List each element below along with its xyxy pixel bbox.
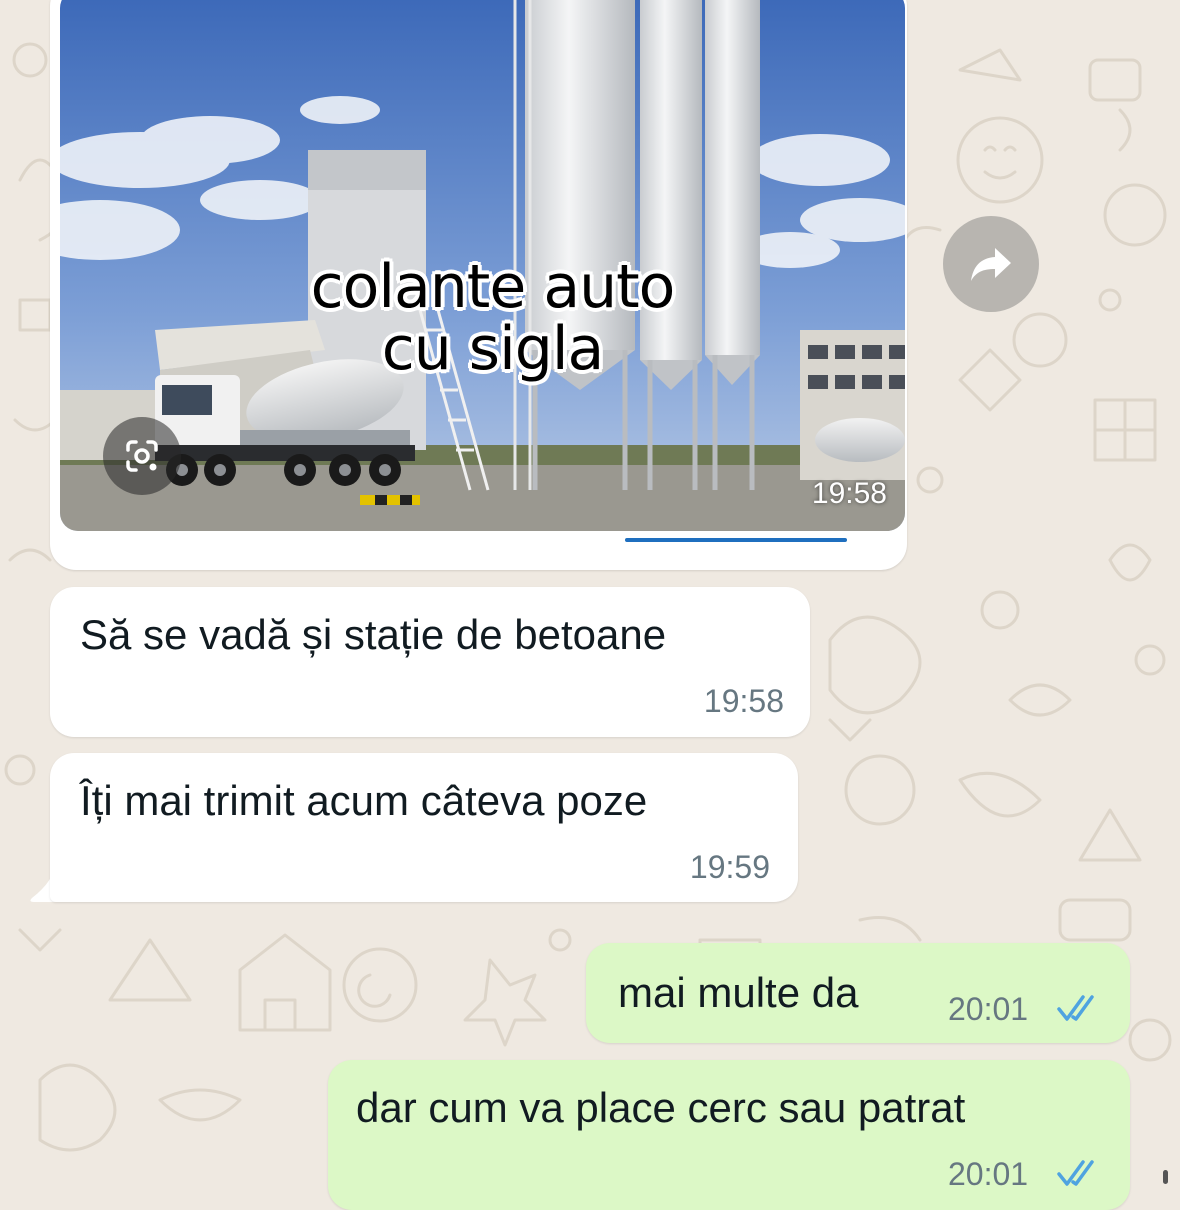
caption-line-1: colante auto — [310, 252, 676, 322]
scrollbar[interactable] — [1163, 1170, 1168, 1184]
incoming-message[interactable]: Să se vadă și stație de betoane 19:58 — [50, 587, 810, 737]
message-timestamp: 20:01 — [948, 991, 1029, 1027]
message-timestamp: 19:59 — [689, 849, 770, 885]
chat-thread[interactable]: colante auto cu sigla 19:58 Să se vadă ș… — [0, 0, 1180, 1210]
message-text: Să se vadă și stație de betoane — [80, 611, 667, 658]
outgoing-message[interactable]: mai multe da 20:01 — [586, 943, 1130, 1043]
visual-search-button[interactable] — [103, 417, 181, 495]
media-progress-bar — [625, 538, 847, 542]
double-check-icon — [1057, 995, 1094, 1021]
message-timestamp: 19:58 — [703, 683, 784, 719]
image-message[interactable]: colante auto cu sigla 19:58 — [50, 0, 907, 570]
caption-line-2: cu sigla — [381, 314, 605, 384]
incoming-message[interactable]: Îți mai trimit acum câteva poze 19:59 — [50, 753, 798, 902]
image-timestamp: 19:58 — [811, 477, 887, 510]
message-text: dar cum va place cerc sau patrat — [356, 1084, 966, 1131]
forward-arrow-icon — [971, 248, 1011, 281]
message-photo[interactable]: colante auto cu sigla 19:58 — [60, 0, 905, 531]
forward-button[interactable] — [943, 216, 1039, 312]
image-caption-overlay: colante auto cu sigla — [60, 256, 905, 380]
message-text: Îți mai trimit acum câteva poze — [80, 777, 648, 824]
message-text: mai multe da — [618, 969, 859, 1016]
visual-search-icon — [126, 440, 158, 472]
message-timestamp: 20:01 — [948, 1156, 1029, 1192]
outgoing-message[interactable]: dar cum va place cerc sau patrat 20:01 — [328, 1060, 1130, 1210]
